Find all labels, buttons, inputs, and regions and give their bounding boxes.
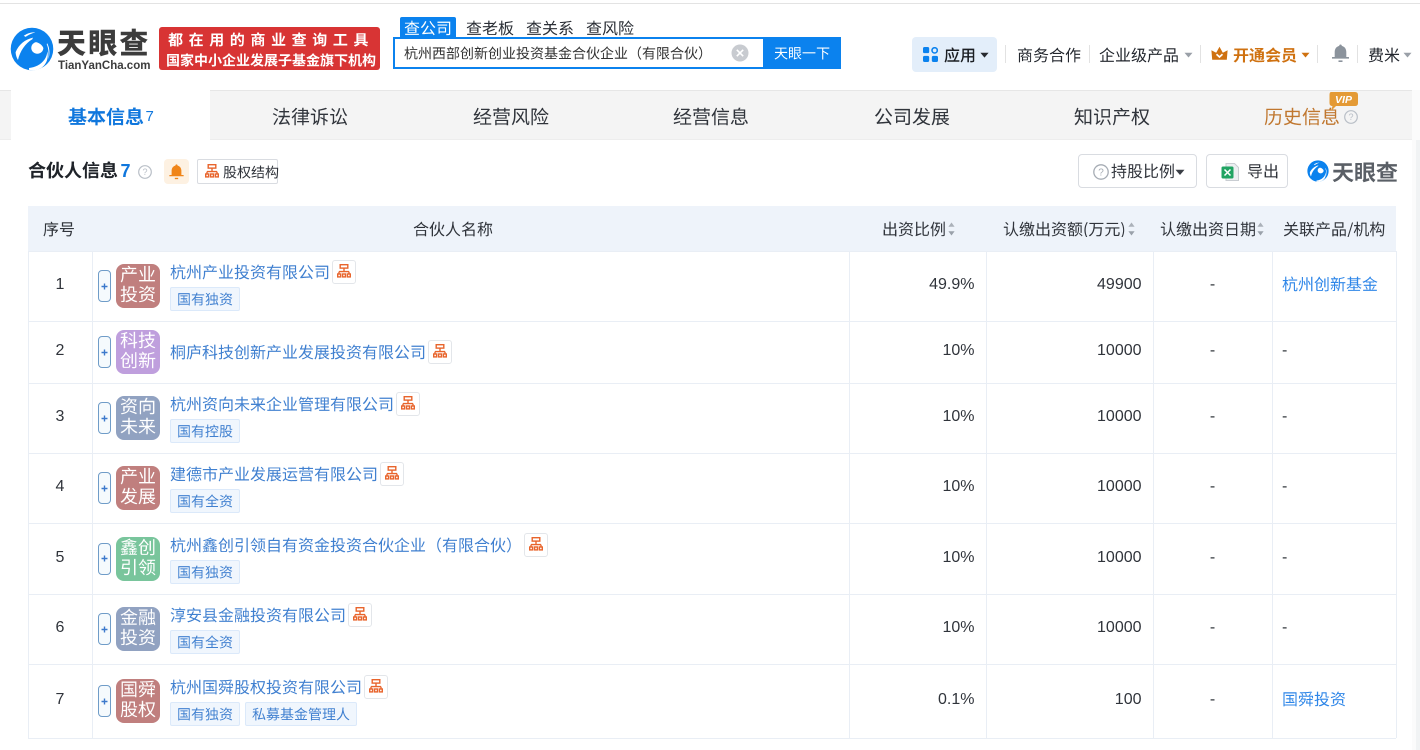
svg-text:?: ? xyxy=(1098,167,1104,178)
svg-text:?: ? xyxy=(142,167,147,177)
svg-text:VIP: VIP xyxy=(1335,94,1353,106)
svg-text:?: ? xyxy=(1348,112,1353,122)
